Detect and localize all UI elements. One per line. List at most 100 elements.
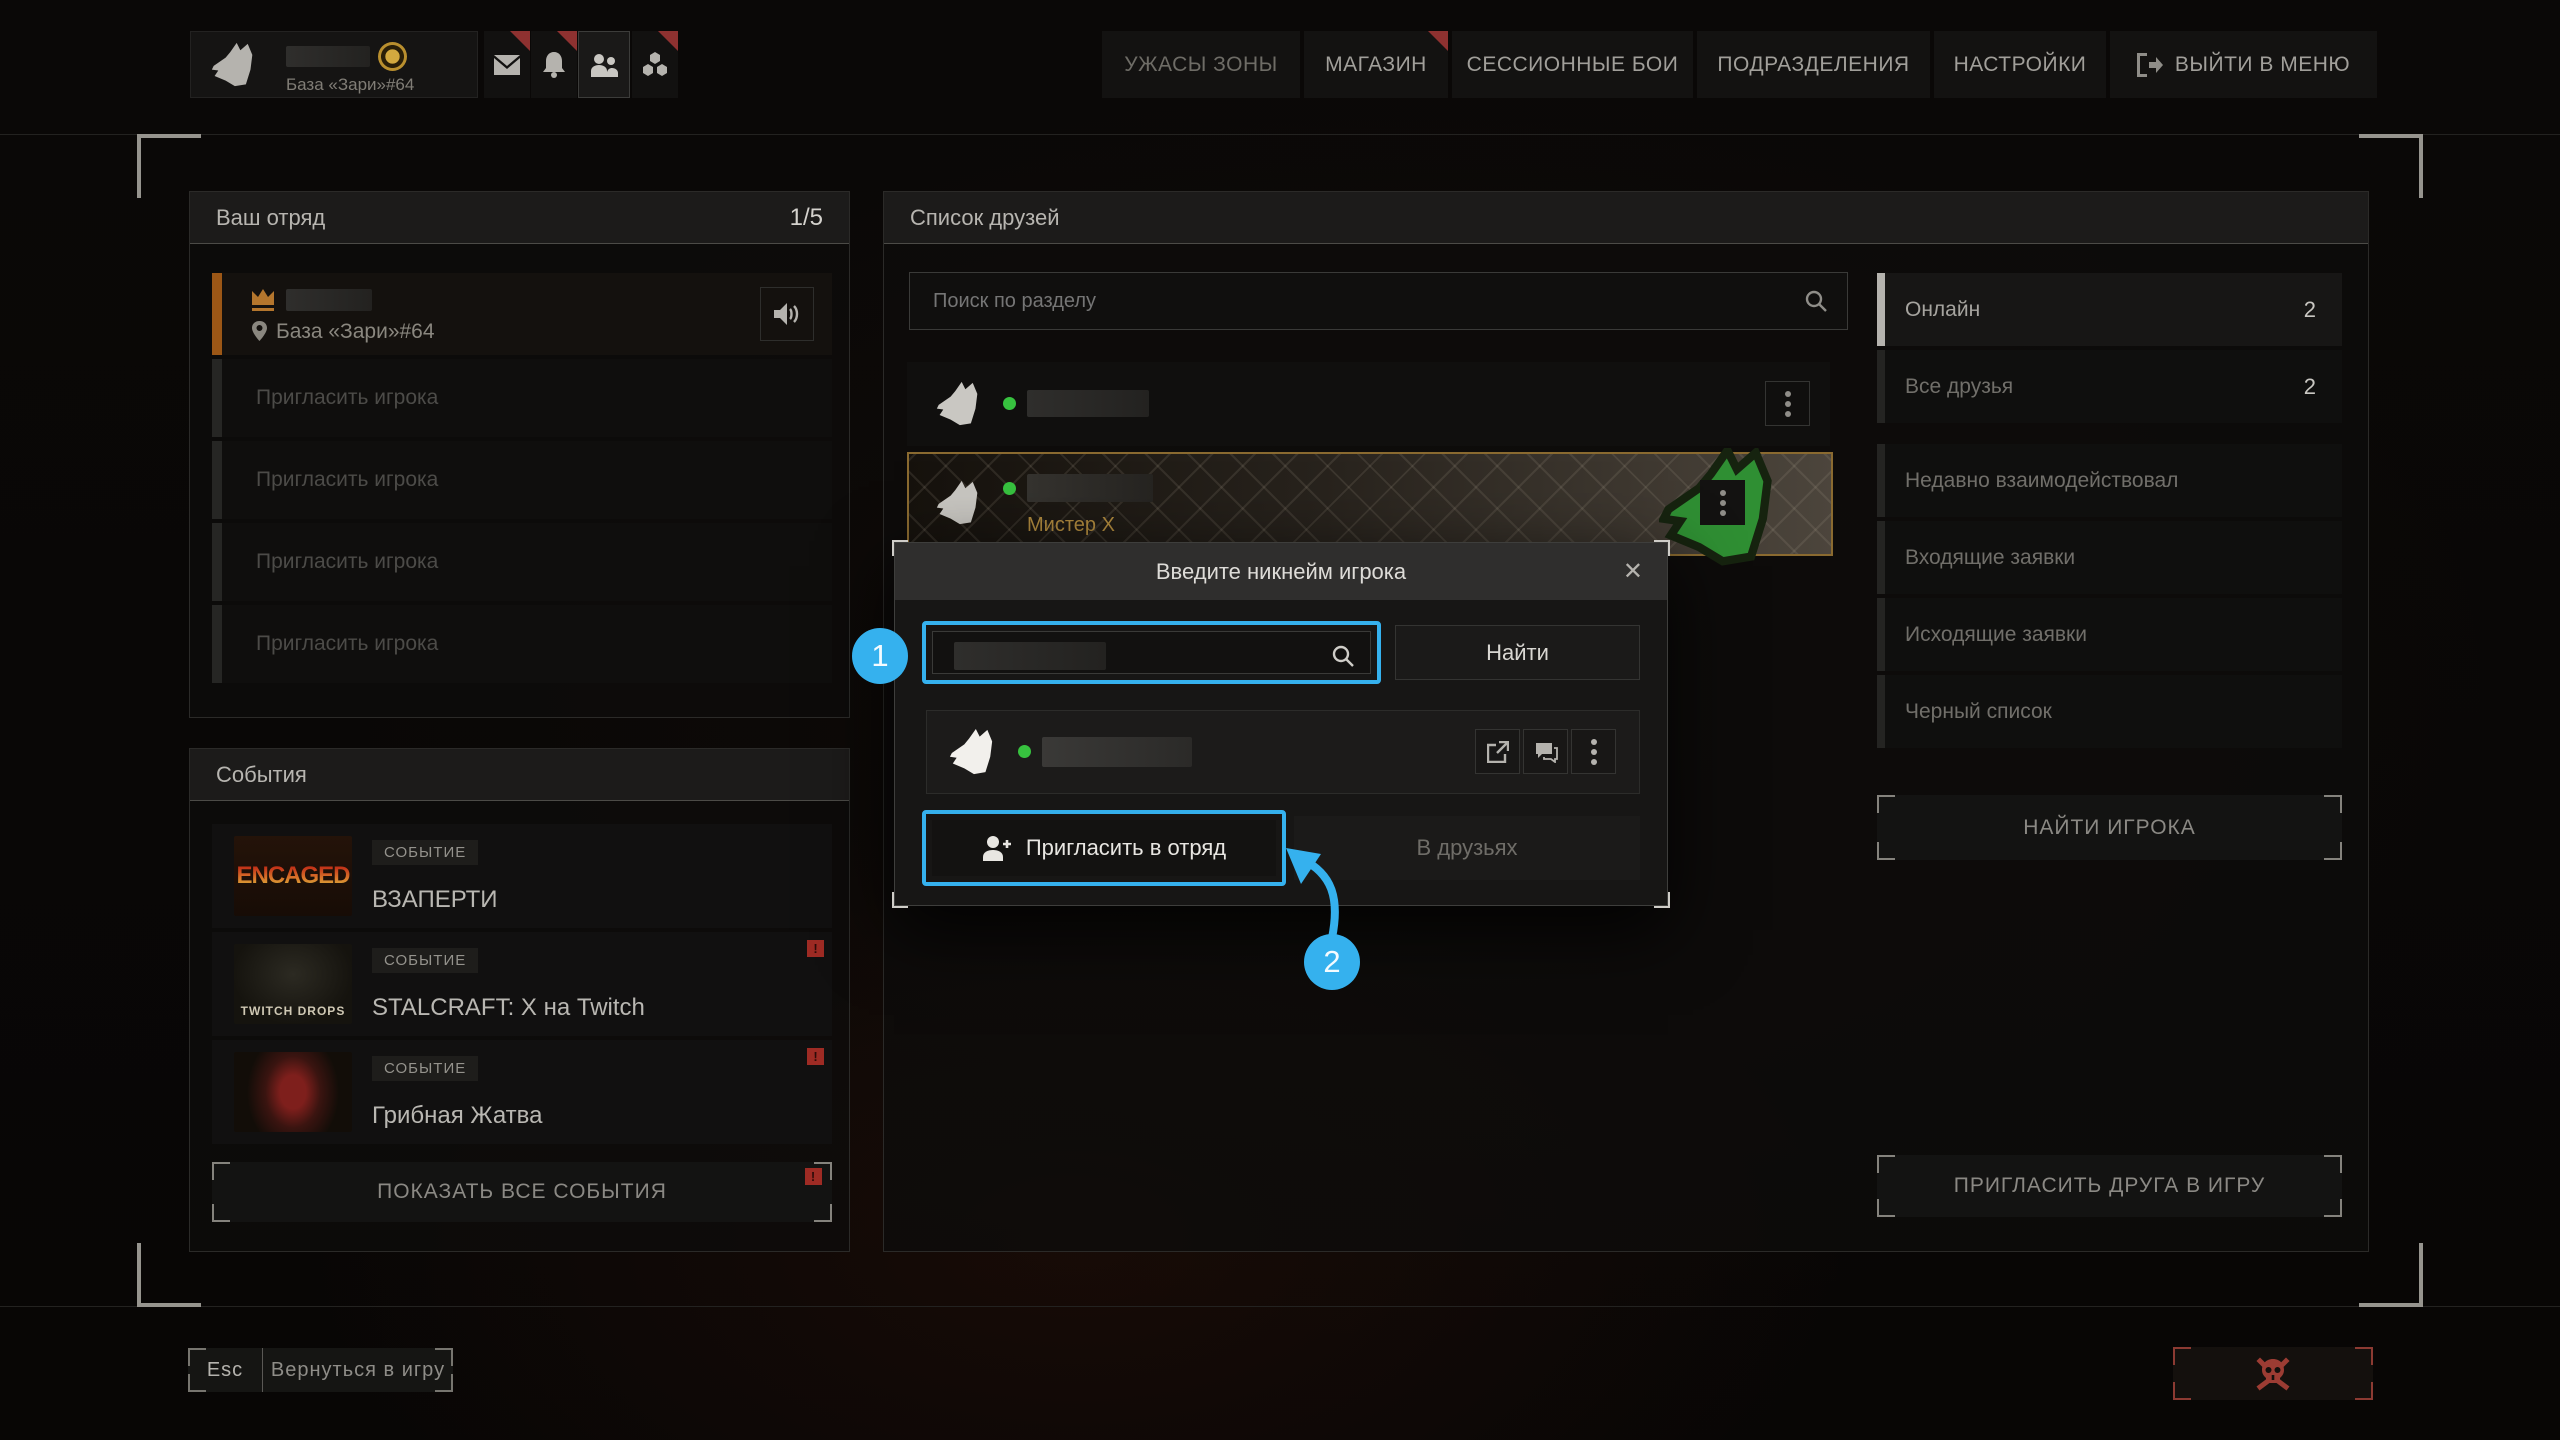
in-friends-status: В друзьях (1294, 816, 1640, 880)
search-icon (1331, 644, 1355, 668)
find-button[interactable]: Найти (1395, 625, 1640, 680)
find-button-label: Найти (1486, 640, 1549, 666)
player-avatar-wolf-icon (210, 42, 256, 88)
esc-key-label: Esc (188, 1359, 262, 1382)
voice-button[interactable] (760, 287, 814, 341)
menu-session-battles[interactable]: СЕССИОННЫЕ БОИ (1452, 31, 1693, 98)
friend-row-highlighted[interactable]: Мистер X (907, 452, 1833, 556)
invite-to-squad-button[interactable]: Пригласить в отряд (932, 820, 1276, 876)
invite-slot[interactable]: Пригласить игрока (212, 523, 832, 601)
menu-label: УЖАСЫ ЗОНЫ (1124, 53, 1277, 77)
speaker-icon (774, 302, 800, 326)
event-item[interactable]: ENCAGED СОБЫТИЕ ВЗАПЕРТИ (212, 824, 832, 928)
invite-friend-label: ПРИГЛАСИТЬ ДРУГА В ИГРУ (1954, 1174, 2266, 1198)
frame-corner (2359, 1243, 2423, 1307)
friend-menu-button[interactable] (1765, 381, 1810, 426)
annotation-number: 2 (1323, 944, 1340, 980)
squad-panel: Ваш отряд 1/5 База «Зари»#64 Пригласить … (189, 191, 850, 718)
frame-top-line (0, 134, 2560, 135)
event-image-mushroom (234, 1052, 352, 1132)
highlight-ring-invite: Пригласить в отряд (922, 810, 1286, 886)
three-dots-icon (1720, 490, 1726, 516)
invite-slot-label: Пригласить игрока (256, 632, 438, 656)
friends-search[interactable] (909, 272, 1848, 330)
show-all-events-button[interactable]: ПОКАЗАТЬ ВСЕ СОБЫТИЯ ! (212, 1162, 832, 1222)
event-item[interactable]: TWITCH DROPS СОБЫТИЕ STALCRAFT: X на Twi… (212, 932, 832, 1036)
modal-title: Введите никнейм игрока (1156, 559, 1406, 585)
sidebar-item-recent[interactable]: Недавно взаимодействовал (1877, 444, 2342, 517)
mail-icon (494, 55, 520, 75)
sidebar-item-incoming[interactable]: Входящие заявки (1877, 521, 2342, 594)
sidebar-item-outgoing[interactable]: Исходящие заявки (1877, 598, 2342, 671)
item-bar (1877, 598, 1885, 671)
active-bar (1877, 273, 1885, 346)
menu-label: ПОДРАЗДЕЛЕНИЯ (1717, 53, 1909, 77)
menu-exit[interactable]: ВЫЙТИ В МЕНЮ (2110, 31, 2377, 98)
sidebar-label: Недавно взаимодействовал (1905, 469, 2178, 493)
leader-bar (212, 273, 222, 355)
event-type-badge: СОБЫТИЕ (372, 948, 478, 973)
friend-menu-button[interactable] (1700, 480, 1745, 525)
encaged-logo-text: ENCAGED (236, 862, 349, 890)
friends-title: Список друзей (910, 205, 1060, 231)
danger-zone-button[interactable] (2173, 1347, 2373, 1400)
exit-icon (2137, 53, 2163, 77)
mail-button[interactable] (484, 31, 530, 98)
friends-button[interactable] (578, 31, 630, 98)
invite-slot[interactable]: Пригласить игрока (212, 605, 832, 683)
online-dot (1003, 482, 1016, 495)
nickname-input-censored-value (954, 642, 1106, 670)
invite-slot[interactable]: Пригласить игрока (212, 441, 832, 519)
friends-search-input[interactable] (909, 272, 1848, 330)
slot-bar (212, 359, 222, 437)
friend-avatar-wolf-icon (935, 381, 981, 427)
find-player-button[interactable]: НАЙТИ ИГРОКА (1877, 795, 2342, 860)
menu-shop[interactable]: МАГАЗИН (1304, 31, 1448, 98)
menu-label: СЕССИОННЫЕ БОИ (1467, 53, 1679, 77)
game-screen: База «Зари»#64 УЖАСЫ ЗОНЫ МАГАЗИН СЕССИО… (0, 0, 2560, 1440)
group-button[interactable] (632, 31, 678, 98)
invite-slot-label: Пригласить игрока (256, 468, 438, 492)
slot-bar (212, 441, 222, 519)
return-to-game-button[interactable]: Esc Вернуться в игру (188, 1348, 453, 1392)
invite-friend-to-game-button[interactable]: ПРИГЛАСИТЬ ДРУГА В ИГРУ (1877, 1155, 2342, 1217)
frame-bottom-line (0, 1306, 2560, 1307)
online-dot (1003, 397, 1016, 410)
menu-divisions[interactable]: ПОДРАЗДЕЛЕНИЯ (1697, 31, 1930, 98)
nickname-input[interactable] (932, 631, 1371, 674)
message-button[interactable] (1523, 729, 1568, 774)
friend-row[interactable] (907, 362, 1830, 446)
menu-label: ВЫЙТИ В МЕНЮ (2175, 53, 2350, 77)
invite-slot-label: Пригласить игрока (256, 386, 438, 410)
event-item[interactable]: СОБЫТИЕ Грибная Жатва ! (212, 1040, 832, 1144)
highlight-ring-search (922, 621, 1381, 684)
slot-bar (212, 605, 222, 683)
sidebar-item-all-friends[interactable]: Все друзья 2 (1877, 350, 2342, 423)
event-title: ВЗАПЕРТИ (372, 886, 498, 914)
frame-corner (137, 1243, 201, 1307)
close-icon[interactable]: ✕ (1623, 557, 1643, 586)
invite-slot[interactable]: Пригласить игрока (212, 359, 832, 437)
squad-count: 1/5 (790, 204, 823, 232)
notifications-button[interactable] (531, 31, 577, 98)
search-icon (1804, 289, 1828, 313)
squad-leader-row[interactable]: База «Зари»#64 (212, 273, 832, 355)
external-link-icon (1487, 741, 1509, 763)
result-menu-button[interactable] (1571, 729, 1616, 774)
menu-label: НАСТРОЙКИ (1954, 53, 2087, 77)
sidebar-item-online[interactable]: Онлайн 2 (1877, 273, 2342, 346)
sidebar-label: Все друзья (1905, 375, 2013, 399)
open-profile-button[interactable] (1475, 729, 1520, 774)
item-bar (1877, 521, 1885, 594)
menu-settings[interactable]: НАСТРОЙКИ (1934, 31, 2106, 98)
event-title: STALCRAFT: X на Twitch (372, 994, 645, 1022)
squad-panel-header: Ваш отряд 1/5 (190, 192, 849, 244)
sidebar-item-blacklist[interactable]: Черный список (1877, 675, 2342, 748)
item-bar (1877, 675, 1885, 748)
skull-icon (2254, 1357, 2292, 1391)
friends-icon (590, 53, 618, 77)
player-badge[interactable]: База «Зари»#64 (190, 31, 478, 98)
menu-zone-horrors[interactable]: УЖАСЫ ЗОНЫ (1102, 31, 1300, 98)
modal-corner (892, 892, 908, 908)
leader-location: База «Зари»#64 (276, 320, 435, 344)
